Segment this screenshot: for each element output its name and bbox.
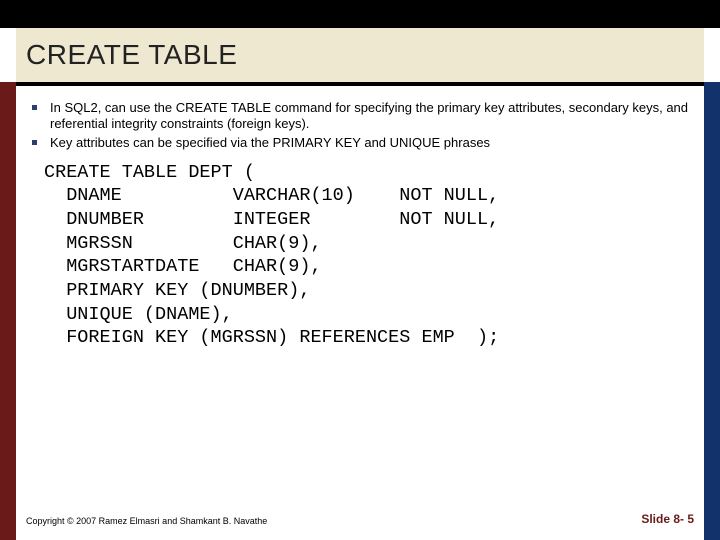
bullet-text: Key attributes can be specified via the …	[50, 135, 490, 150]
bullet-text: In SQL2, can use the CREATE TABLE comman…	[50, 100, 688, 131]
slide-title: CREATE TABLE	[26, 39, 237, 71]
bullet-icon	[32, 140, 37, 145]
page-number: Slide 8- 5	[641, 512, 694, 526]
title-underline	[16, 82, 704, 86]
slide: CREATE TABLE In SQL2, can use the CREATE…	[0, 0, 720, 540]
bullet-list: In SQL2, can use the CREATE TABLE comman…	[26, 100, 694, 151]
title-bar: CREATE TABLE	[16, 28, 704, 82]
list-item: In SQL2, can use the CREATE TABLE comman…	[26, 100, 694, 133]
code-block: CREATE TABLE DEPT ( DNAME VARCHAR(10) NO…	[44, 161, 694, 350]
list-item: Key attributes can be specified via the …	[26, 135, 694, 151]
bullet-icon	[32, 105, 37, 110]
right-stripe	[704, 82, 720, 540]
footer: Copyright © 2007 Ramez Elmasri and Shamk…	[26, 512, 694, 526]
left-stripe	[0, 82, 16, 540]
top-black-bar	[0, 0, 720, 28]
copyright-text: Copyright © 2007 Ramez Elmasri and Shamk…	[26, 516, 267, 526]
slide-body: In SQL2, can use the CREATE TABLE comman…	[26, 100, 694, 500]
